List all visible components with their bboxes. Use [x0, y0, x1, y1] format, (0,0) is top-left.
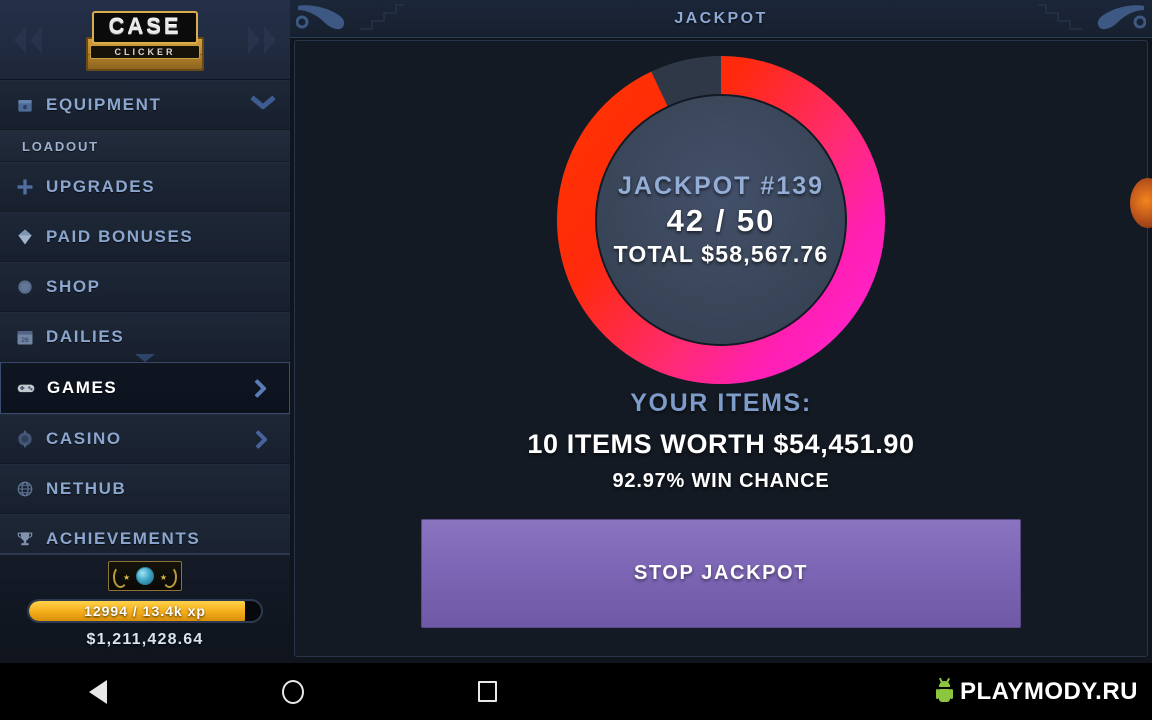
step-decoration [360, 4, 404, 30]
selected-notch-icon [135, 354, 155, 362]
android-navigation-bar: PLAYMODY.RU [0, 663, 1152, 720]
star-left: ★ [123, 573, 131, 582]
sidebar-item-label: NetHub [46, 479, 127, 498]
nav-back-button[interactable] [0, 679, 195, 704]
sidebar-item-label: Games [47, 378, 118, 397]
balance-label: $1,211,428.64 [86, 631, 204, 648]
trophy-icon [14, 528, 36, 550]
sidebar-item-nethub[interactable]: NetHub [0, 464, 290, 514]
logo-bar: CASE CLICKER [0, 0, 290, 80]
back-triangle-icon [88, 679, 107, 704]
sidebar-item-upgrades[interactable]: Upgrades [0, 162, 290, 212]
jackpot-donut-chart: Jackpot #139 42 / 50 Total $58,567.76 [557, 56, 885, 384]
page-title: Jackpot [674, 9, 768, 27]
jackpot-id-label: Jackpot #139 [617, 172, 825, 200]
step-decoration [1038, 4, 1082, 30]
jackpot-count-label: 42 / 50 [666, 203, 776, 238]
sidebar-item-label: Equipment [46, 95, 162, 114]
sidebar-item-label: Loadout [22, 138, 99, 154]
screen-root: CASE CLICKER Equipment Loadout Upgrades Pai… [0, 0, 1152, 720]
case-icon [14, 94, 36, 116]
chip-icon [14, 428, 36, 450]
logo-title: CASE [108, 14, 182, 39]
stop-jackpot-label: Stop jackpot [633, 562, 809, 584]
sidebar-item-games[interactable]: Games [0, 354, 290, 414]
watermark: PLAYMODY.RU [936, 677, 1138, 706]
sidebar-footer: ★ ★ 12994 / 13.4k xp $1,211,428.64 [0, 553, 290, 663]
app-logo: CASE CLICKER [86, 9, 204, 71]
game-viewport: CASE CLICKER Equipment Loadout Upgrades Pai… [0, 0, 1152, 663]
nav-home-button[interactable] [195, 679, 390, 704]
sidebar-item-equipment[interactable]: Equipment [0, 80, 290, 130]
your-items-heading: Your items: [630, 389, 812, 417]
globe-icon [14, 478, 36, 500]
svg-text:26: 26 [21, 337, 29, 344]
jackpot-panel: Jackpot #139 42 / 50 Total $58,567.76 Yo… [294, 40, 1148, 657]
sidebar: CASE CLICKER Equipment Loadout Upgrades Pai… [0, 0, 290, 663]
recents-square-icon [478, 681, 497, 702]
karambit-knife-icon [296, 5, 345, 30]
sidebar-menu: Equipment Loadout Upgrades Paid Bonuses Shop… [0, 80, 290, 564]
plus-icon [14, 176, 36, 198]
sidebar-item-casino[interactable]: Casino [0, 414, 290, 464]
sidebar-item-shop[interactable]: Shop [0, 262, 290, 312]
global-elite-rank-icon: ★ ★ [108, 561, 182, 591]
sidebar-item-label: Achievements [46, 529, 201, 548]
xp-progress-bar: 12994 / 13.4k xp [27, 599, 263, 623]
sidebar-item-label: Shop [46, 277, 101, 296]
sidebar-item-label: Dailies [46, 327, 125, 346]
xp-label: 12994 / 13.4k xp [84, 603, 206, 619]
your-items-section: Your items: 10 items worth $54,451.90 92… [295, 389, 1147, 493]
jackpot-donut-wrapper: Jackpot #139 42 / 50 Total $58,567.76 [295, 55, 1147, 385]
sidebar-item-paid-bonuses[interactable]: Paid Bonuses [0, 212, 290, 262]
home-circle-icon [281, 679, 304, 704]
sidebar-item-label: Paid Bonuses [46, 227, 194, 246]
win-chance-label: 92.97% win chance [612, 470, 830, 492]
karambit-knife-icon [1097, 5, 1146, 30]
logo-plate: CASE [92, 10, 198, 44]
chevron-right-icon [254, 429, 274, 449]
gamepad-icon [15, 377, 37, 399]
donut-center: Jackpot #139 42 / 50 Total $58,567.76 [597, 96, 845, 344]
chevron-right-icon [264, 25, 276, 54]
diamond-icon [14, 226, 36, 248]
globe-graphic [136, 567, 154, 585]
chevron-left-icon [30, 25, 42, 54]
page-header: Jackpot [290, 0, 1152, 38]
star-right: ★ [159, 573, 167, 582]
chevron-down-icon [250, 96, 276, 114]
chevron-right-icon [248, 25, 260, 54]
nav-recents-button[interactable] [390, 681, 585, 702]
items-worth-label: 10 items worth $54,451.90 [527, 429, 915, 459]
watermark-label: PLAYMODY.RU [960, 677, 1138, 705]
chevron-right-icon [253, 378, 273, 398]
sidebar-item-loadout[interactable]: Loadout [0, 130, 290, 162]
android-robot-icon [936, 677, 954, 703]
jackpot-total-label: Total $58,567.76 [613, 241, 829, 267]
chevron-left-icon [14, 25, 26, 54]
logo-subtitle: CLICKER [90, 44, 200, 59]
sidebar-item-label: Upgrades [46, 177, 156, 196]
stop-jackpot-button[interactable]: Stop jackpot [421, 519, 1021, 628]
calendar-icon: 26 [14, 326, 36, 348]
main-content: Jackpot [290, 0, 1152, 663]
bag-icon [14, 276, 36, 298]
sidebar-item-label: Casino [46, 429, 122, 448]
